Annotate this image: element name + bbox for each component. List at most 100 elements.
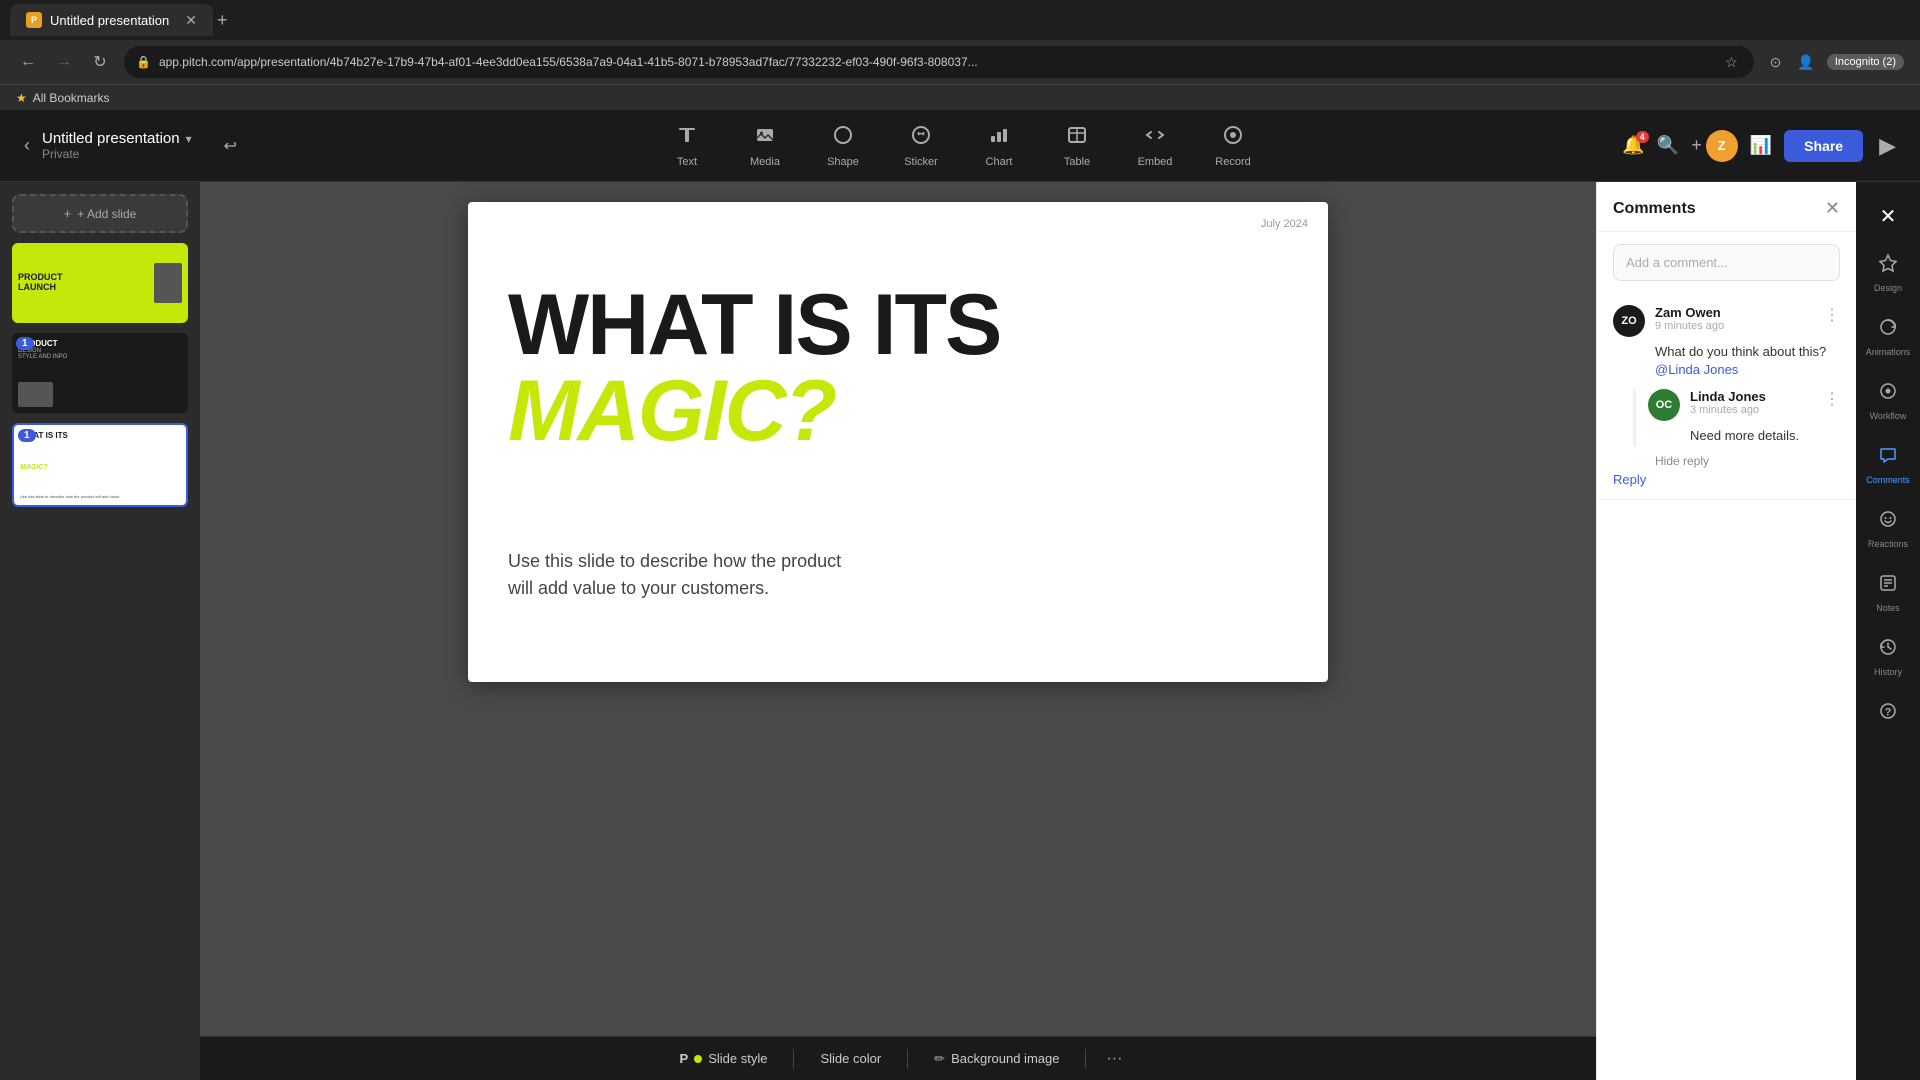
profile-button[interactable]: 👤: [1793, 50, 1818, 75]
linda-jones-avatar: OC: [1648, 389, 1680, 421]
slide-style-button[interactable]: P Slide style: [666, 1045, 782, 1072]
share-button[interactable]: Share: [1784, 130, 1863, 162]
embed-icon: [1144, 124, 1166, 152]
slide-thumbnail-3: 1 WHAT IS ITS MAGIC? Use this slide to d…: [12, 423, 188, 507]
slide-heading-line1: WHAT IS ITS: [508, 282, 1288, 368]
reply-section-1: OC Linda Jones 3 minutes ago ⋮ Need more…: [1633, 389, 1840, 445]
more-options-button[interactable]: ···: [1098, 1046, 1130, 1072]
tab-close-button[interactable]: ✕: [185, 12, 197, 29]
embed-tool[interactable]: Embed: [1120, 116, 1190, 176]
analytics-button[interactable]: 📊: [1750, 135, 1772, 156]
app-container: ‹ Untitled presentation ▾ Private ↩ Text: [0, 110, 1920, 1080]
table-tool[interactable]: Table: [1042, 116, 1112, 176]
sidebar-comments[interactable]: Comments: [1856, 435, 1920, 495]
reactions-label: Reactions: [1868, 539, 1908, 549]
active-tab[interactable]: P Untitled presentation ✕: [10, 4, 213, 36]
slide-style-label: Slide style: [708, 1051, 767, 1066]
reply-meta-1: Linda Jones 3 minutes ago: [1690, 389, 1814, 416]
shape-tool[interactable]: Shape: [808, 116, 878, 176]
slide-color-button[interactable]: Slide color: [806, 1045, 895, 1072]
slide-style-dot: [694, 1055, 702, 1063]
tab-favicon: P: [26, 12, 42, 28]
presentation-title[interactable]: Untitled presentation ▾: [42, 130, 192, 147]
comments-close-button[interactable]: ✕: [1825, 198, 1840, 219]
text-tool[interactable]: Text: [652, 116, 722, 176]
url-text: app.pitch.com/app/presentation/4b74b27e-…: [159, 55, 1713, 69]
sidebar-design[interactable]: Design: [1856, 243, 1920, 303]
sidebar-help[interactable]: ?: [1856, 691, 1920, 737]
bookmarks-label[interactable]: All Bookmarks: [33, 91, 110, 105]
sidebar-notes[interactable]: Notes: [1856, 563, 1920, 623]
slide-item-3[interactable]: 3 1 WHAT IS ITS MAGIC? Use this slide to…: [12, 423, 188, 507]
notifications-button[interactable]: 🔔 4: [1622, 135, 1644, 156]
media-tool[interactable]: Media: [730, 116, 800, 176]
sticker-icon: [910, 124, 932, 152]
add-slide-label: + Add slide: [77, 207, 136, 221]
chart-tool[interactable]: Chart: [964, 116, 1034, 176]
pencil-icon: ✏: [934, 1051, 945, 1067]
zam-owen-avatar: ZO: [1613, 305, 1645, 337]
record-tool-label: Record: [1215, 156, 1250, 168]
sticker-tool[interactable]: Sticker: [886, 116, 956, 176]
back-to-presentations-button[interactable]: ‹: [24, 135, 30, 156]
svg-text:?: ?: [1885, 707, 1892, 719]
new-tab-button[interactable]: +: [217, 10, 228, 31]
background-image-button[interactable]: ✏ Background image: [920, 1045, 1073, 1073]
browser-actions: ⊙ 👤 Incognito (2): [1766, 50, 1904, 75]
slide2-product-image: [18, 382, 53, 407]
reply-button[interactable]: Reply: [1613, 472, 1646, 487]
reply-header-1: OC Linda Jones 3 minutes ago ⋮: [1648, 389, 1840, 421]
slide-item-1[interactable]: 1 PRODUCT LAUNCH: [12, 243, 188, 323]
slide3-body: Use this slide to describe how the produ…: [20, 494, 180, 499]
design-label: Design: [1874, 283, 1902, 293]
slide-heading-line2: MAGIC?: [508, 368, 1288, 454]
tab-title: Untitled presentation: [50, 13, 169, 28]
sidebar-history[interactable]: History: [1856, 627, 1920, 687]
lock-icon: 🔒: [136, 55, 151, 69]
shape-tool-label: Shape: [827, 156, 859, 168]
sidebar-animations[interactable]: Animations: [1856, 307, 1920, 367]
media-icon: [754, 124, 776, 152]
close-panel-button[interactable]: ✕: [1880, 194, 1897, 239]
title-chevron-icon: ▾: [186, 132, 192, 146]
history-label: History: [1874, 667, 1902, 677]
slide-canvas[interactable]: July 2024 WHAT IS ITS MAGIC? Use this sl…: [468, 202, 1328, 682]
workflow-label: Workflow: [1870, 411, 1907, 421]
canvas-area[interactable]: July 2024 WHAT IS ITS MAGIC? Use this sl…: [200, 182, 1596, 1036]
present-button[interactable]: ▶: [1879, 133, 1896, 159]
sidebar-reactions[interactable]: Reactions: [1856, 499, 1920, 559]
add-slide-button[interactable]: + + Add slide: [12, 194, 188, 233]
search-button[interactable]: 🔍: [1657, 135, 1679, 156]
reload-button[interactable]: ↻: [88, 52, 112, 72]
extension-button[interactable]: ⊙: [1766, 50, 1786, 75]
bookmark-star-icon[interactable]: ☆: [1721, 50, 1742, 75]
slide3-comment-badge: 1: [18, 429, 36, 442]
hide-reply-button[interactable]: Hide reply: [1613, 454, 1709, 468]
comment-more-button-1[interactable]: ⋮: [1824, 305, 1840, 325]
comments-icon: [1878, 445, 1898, 471]
text-icon: [676, 124, 698, 152]
add-slide-icon: +: [64, 206, 72, 221]
add-collaborator-button[interactable]: +: [1691, 135, 1702, 156]
comment-input[interactable]: Add a comment...: [1613, 244, 1840, 281]
forward-button[interactable]: →: [52, 53, 76, 71]
back-button[interactable]: ←: [16, 53, 40, 71]
reply-more-button-1[interactable]: ⋮: [1824, 389, 1840, 409]
sidebar-workflow[interactable]: Workflow: [1856, 371, 1920, 431]
slide2-subtitle2: STYLE AND INPO: [18, 354, 182, 360]
record-tool[interactable]: Record: [1198, 116, 1268, 176]
slide3-magic: MAGIC?: [20, 464, 180, 471]
url-bar[interactable]: 🔒 app.pitch.com/app/presentation/4b74b27…: [124, 46, 1754, 78]
slide-item-2[interactable]: 2 1 PRODUCT DESIGN STYLE AND INPO: [12, 333, 188, 413]
slide-date: July 2024: [1261, 218, 1308, 230]
toolbar: ‹ Untitled presentation ▾ Private ↩ Text: [0, 110, 1920, 182]
slide-thumbnail-1: PRODUCT LAUNCH: [12, 243, 188, 323]
animations-icon: [1878, 317, 1898, 343]
slide-thumbnail-2: 1 PRODUCT DESIGN STYLE AND INPO: [12, 333, 188, 413]
background-image-label: Background image: [951, 1051, 1059, 1066]
incognito-badge: Incognito (2): [1827, 54, 1904, 70]
slide-color-label: Slide color: [820, 1051, 881, 1066]
sticker-tool-label: Sticker: [904, 156, 938, 168]
undo-button[interactable]: ↩: [224, 136, 237, 156]
embed-tool-label: Embed: [1138, 156, 1173, 168]
